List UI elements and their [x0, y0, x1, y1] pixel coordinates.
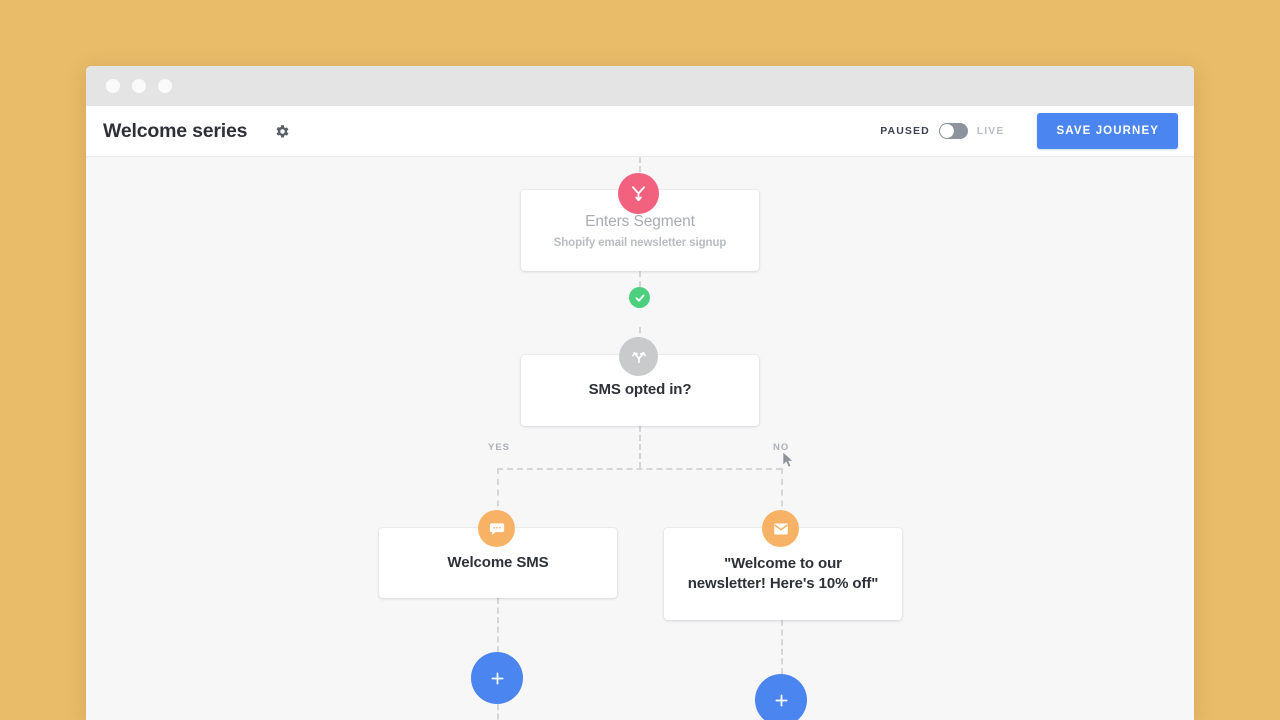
browser-window: Welcome series PAUSED LIVE SAVE JOURNEY: [86, 66, 1194, 720]
segment-entry-icon[interactable]: [618, 173, 659, 214]
node-enters-segment-title: Enters Segment: [585, 212, 695, 233]
status-paused-label: PAUSED: [880, 125, 930, 137]
status-live-label: LIVE: [977, 125, 1005, 137]
app-header: Welcome series PAUSED LIVE SAVE JOURNEY: [86, 106, 1194, 157]
chat-bubble-icon[interactable]: [478, 510, 515, 547]
node-sms-opted-in-title: SMS opted in?: [589, 380, 692, 400]
connector-sms-add: [497, 598, 499, 652]
add-step-button-no[interactable]: [755, 674, 807, 720]
window-maximize-dot[interactable]: [158, 79, 172, 93]
journey-canvas[interactable]: Enters Segment Shopify email newsletter …: [86, 157, 1194, 720]
window-titlebar: [86, 66, 1194, 106]
mouse-cursor: [782, 451, 795, 474]
node-welcome-email-title-line2: newsletter! Here's 10% off": [688, 574, 879, 594]
connector-email-add: [781, 620, 783, 674]
gear-icon[interactable]: [269, 118, 295, 144]
add-step-button-yes[interactable]: [471, 652, 523, 704]
node-enters-segment-subtitle: Shopify email newsletter signup: [554, 237, 727, 249]
branch-label-no: NO: [773, 442, 789, 453]
connector-add-yes-down: [497, 704, 499, 720]
connector-split-fork: [639, 426, 641, 468]
connector-fork-horizontal: [497, 468, 782, 470]
window-minimize-dot[interactable]: [132, 79, 146, 93]
header-actions: PAUSED LIVE SAVE JOURNEY: [880, 113, 1178, 149]
node-welcome-sms-title: Welcome SMS: [447, 553, 548, 573]
window-close-dot[interactable]: [106, 79, 120, 93]
check-icon[interactable]: [629, 287, 650, 308]
live-toggle[interactable]: [939, 123, 968, 139]
toggle-knob: [940, 124, 954, 138]
node-welcome-email-title-line1: "Welcome to our: [724, 554, 842, 574]
envelope-icon[interactable]: [762, 510, 799, 547]
page-title: Welcome series: [103, 120, 247, 143]
save-journey-button[interactable]: SAVE JOURNEY: [1037, 113, 1178, 149]
branch-label-yes: YES: [488, 442, 510, 453]
split-branch-icon[interactable]: [619, 337, 658, 376]
